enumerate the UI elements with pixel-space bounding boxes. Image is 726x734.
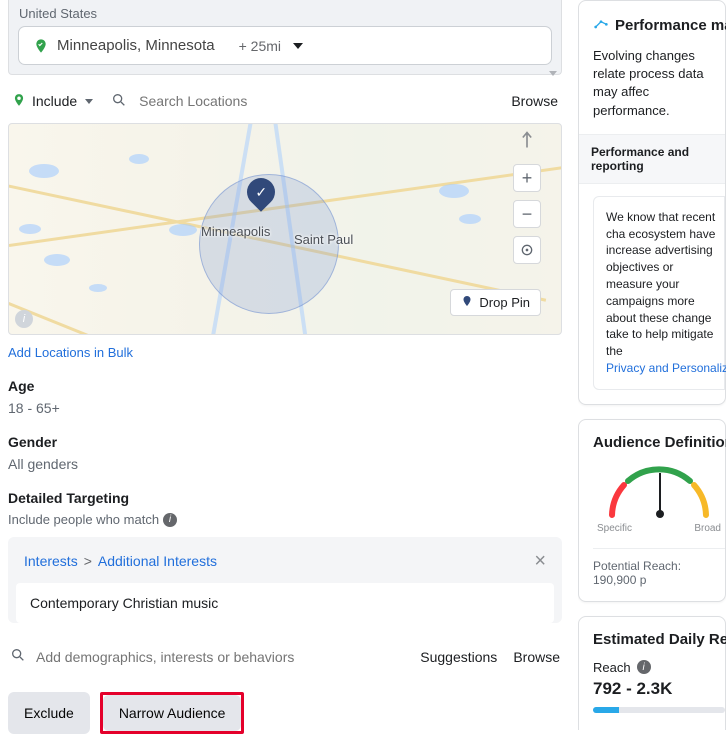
gender-value: All genders: [8, 456, 562, 472]
targeting-buttons-row: Exclude Narrow Audience: [8, 692, 562, 734]
gender-label: Gender: [8, 434, 562, 450]
add-targeting-row: Suggestions Browse: [8, 637, 562, 676]
add-locations-bulk-link[interactable]: Add Locations in Bulk: [8, 345, 562, 360]
narrow-audience-highlight: Narrow Audience: [100, 692, 245, 734]
include-label[interactable]: Include: [32, 93, 77, 109]
zoom-out-button[interactable]: −: [513, 200, 541, 228]
info-icon[interactable]: i: [15, 310, 33, 328]
interest-chip[interactable]: Contemporary Christian music: [16, 583, 554, 623]
reach-bar-fill: [593, 707, 619, 713]
location-radius: + 25mi: [239, 38, 281, 54]
search-icon: [111, 92, 127, 111]
zoom-in-button[interactable]: +: [513, 164, 541, 192]
privacy-link[interactable]: Privacy and Personalizati: [606, 361, 726, 375]
performance-card: Performance ma Evolving changes relate p…: [578, 0, 726, 405]
crumb-interests[interactable]: Interests: [24, 553, 78, 569]
compass-icon[interactable]: [513, 126, 541, 154]
summary-column: Performance ma Evolving changes relate p…: [578, 0, 726, 730]
drop-pin-label: Drop Pin: [479, 295, 530, 310]
reach-value: 792 - 2.3K: [593, 679, 725, 699]
location-chip[interactable]: Minneapolis, Minnesota + 25mi: [19, 27, 551, 64]
map-pin-icon[interactable]: ✓: [247, 178, 275, 206]
location-name: Minneapolis, Minnesota: [57, 37, 215, 54]
include-search-row: Include Browse: [8, 75, 562, 123]
crumb-separator: >: [84, 553, 92, 569]
potential-reach: Potential Reach: 190,900 p: [593, 559, 725, 587]
age-value: 18 - 65+: [8, 400, 562, 416]
add-targeting-input[interactable]: [36, 649, 410, 665]
drop-pin-icon: [461, 295, 473, 310]
reach-label: Reachi: [593, 660, 725, 675]
recenter-button[interactable]: [513, 236, 541, 264]
estimated-results-card: Estimated Daily Res Reachi 792 - 2.3K Li…: [578, 616, 726, 730]
location-map[interactable]: ✓ Minneapolis Saint Paul + − Drop Pin i: [8, 123, 562, 335]
location-header-card: United States Minneapolis, Minnesota + 2…: [8, 0, 562, 75]
country-label: United States: [19, 6, 551, 21]
performance-desc: Evolving changes relate process data may…: [593, 47, 725, 120]
interest-breadcrumb: Interests > Additional Interests ×: [8, 537, 562, 577]
age-label: Age: [8, 378, 562, 394]
audience-def-title: Audience Definition: [593, 434, 725, 451]
audience-gauge: [604, 463, 714, 519]
map-zoom-controls: + −: [513, 164, 541, 264]
chevron-down-icon: [85, 99, 93, 104]
info-icon[interactable]: i: [163, 513, 177, 527]
reach-bar: [593, 707, 725, 713]
audience-editor-column: United States Minneapolis, Minnesota + 2…: [0, 0, 570, 730]
exclude-button[interactable]: Exclude: [8, 692, 90, 734]
info-icon[interactable]: i: [637, 660, 651, 674]
performance-notice: We know that recent cha ecosystem have i…: [593, 196, 725, 390]
gauge-specific-label: Specific: [597, 523, 632, 534]
performance-title: Performance ma: [593, 15, 725, 35]
gauge-broad-label: Broad: [694, 523, 721, 534]
browse-targeting-button[interactable]: Browse: [513, 649, 560, 665]
trend-icon: [593, 15, 609, 35]
map-city-label: Minneapolis: [201, 224, 270, 239]
crumb-additional-interests[interactable]: Additional Interests: [98, 553, 217, 569]
map-city-label: Saint Paul: [294, 232, 353, 247]
location-pin-icon: [33, 38, 49, 54]
performance-subheader: Performance and reporting: [579, 134, 725, 184]
browse-locations-button[interactable]: Browse: [511, 93, 558, 109]
search-icon: [10, 647, 26, 666]
gauge-needle-icon: [659, 473, 661, 515]
include-match-text: Include people who match i: [8, 512, 562, 527]
audience-definition-card: Audience Definition Specific Broad Poten…: [578, 419, 726, 602]
detailed-targeting-card: Interests > Additional Interests × Conte…: [8, 537, 562, 623]
detailed-targeting-label: Detailed Targeting: [8, 490, 562, 506]
include-pin-icon: [12, 93, 26, 110]
location-search-input[interactable]: [139, 89, 505, 113]
drop-pin-button[interactable]: Drop Pin: [450, 289, 541, 316]
chevron-down-icon: [293, 43, 303, 49]
narrow-audience-button[interactable]: Narrow Audience: [103, 695, 242, 731]
expand-icon[interactable]: [549, 71, 557, 76]
estimated-title: Estimated Daily Res: [593, 631, 725, 648]
suggestions-button[interactable]: Suggestions: [420, 649, 497, 665]
remove-interest-button[interactable]: ×: [534, 551, 546, 571]
